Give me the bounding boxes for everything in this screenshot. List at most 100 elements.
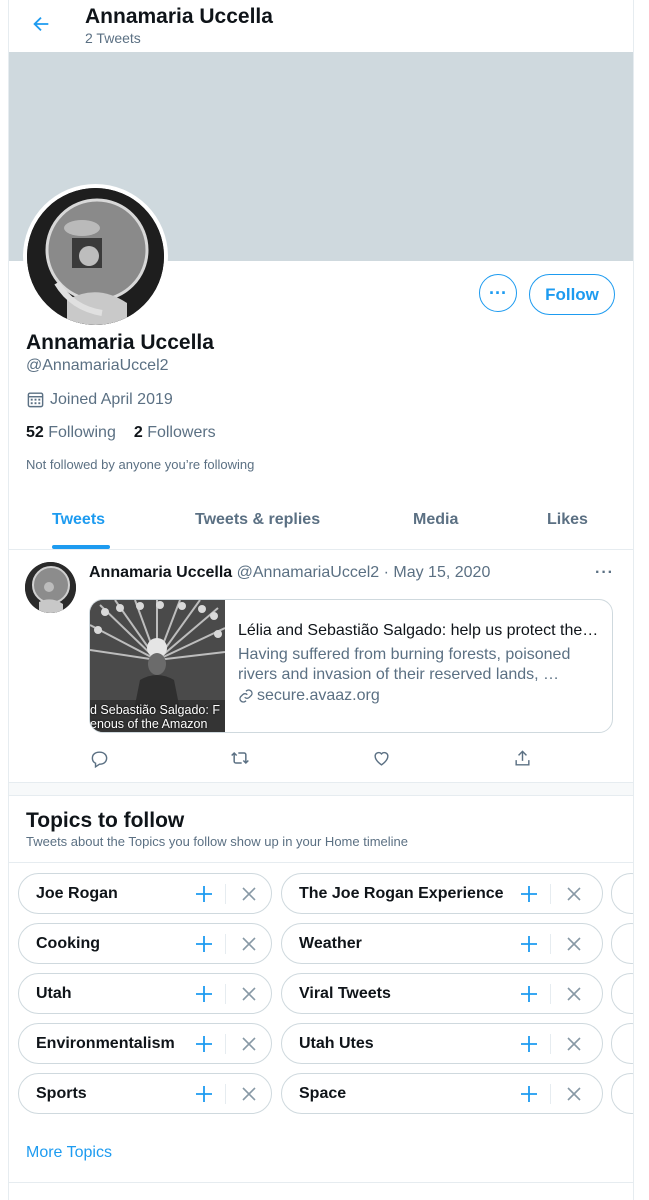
- link-card[interactable]: d Sebastião Salgado: F enous of the Amaz…: [89, 599, 613, 733]
- follow-topic-plus-icon[interactable]: [518, 983, 540, 1005]
- topic-chip-partial[interactable]: [611, 873, 633, 914]
- topic-chip[interactable]: Space: [281, 1073, 603, 1114]
- chip-divider: [550, 934, 551, 954]
- tweet-more-button[interactable]: ···: [595, 564, 614, 582]
- tab-tweets-replies[interactable]: Tweets & replies: [195, 495, 320, 549]
- tweet-actions: [89, 746, 549, 770]
- topic-chip[interactable]: Cooking: [18, 923, 272, 964]
- topic-chip-partial[interactable]: [611, 973, 633, 1014]
- chip-divider: [225, 1034, 226, 1054]
- dismiss-topic-close-icon[interactable]: [563, 883, 585, 905]
- topic-chip[interactable]: Weather: [281, 923, 603, 964]
- bottom-separator: [9, 1182, 633, 1183]
- profile-handle: @AnnamariaUccel2: [26, 357, 169, 374]
- chip-divider: [225, 1084, 226, 1104]
- tweet[interactable]: Annamaria Uccella @AnnamariaUccel2 · May…: [9, 550, 633, 783]
- profile-tabs: Tweets Tweets & replies Media Likes: [9, 495, 633, 550]
- topic-chip[interactable]: Utah Utes: [281, 1023, 603, 1064]
- topic-chip[interactable]: Utah: [18, 973, 272, 1014]
- active-tab-indicator: [52, 545, 110, 549]
- topic-chip[interactable]: Environmentalism: [18, 1023, 272, 1064]
- header-name: Annamaria Uccella: [85, 5, 273, 28]
- avatar-image: [27, 188, 164, 325]
- calendar-icon: [27, 392, 44, 408]
- topic-chip-label: Viral Tweets: [299, 985, 391, 1002]
- back-button[interactable]: [27, 10, 55, 38]
- follow-topic-plus-icon[interactable]: [193, 983, 215, 1005]
- following-link[interactable]: 52 Following: [26, 424, 116, 441]
- topic-chip-label: Weather: [299, 935, 362, 952]
- follow-topic-plus-icon[interactable]: [193, 1083, 215, 1105]
- profile-avatar[interactable]: [23, 184, 168, 329]
- top-bar: Annamaria Uccella 2 Tweets: [9, 0, 633, 52]
- topic-chip[interactable]: The Joe Rogan Experience: [281, 873, 603, 914]
- topic-chip-label: Utah Utes: [299, 1035, 374, 1052]
- joined-text: Joined April 2019: [50, 390, 173, 408]
- header-tweet-count: 2 Tweets: [85, 30, 141, 46]
- follow-topic-plus-icon[interactable]: [518, 883, 540, 905]
- dismiss-topic-close-icon[interactable]: [563, 1083, 585, 1105]
- share-icon: [514, 749, 530, 766]
- joined-date: Joined April 2019: [26, 390, 173, 409]
- followers-link[interactable]: 2 Followers: [134, 424, 216, 441]
- following-label: Following: [48, 424, 116, 441]
- following-count: 52: [26, 424, 44, 441]
- topics-title: Topics to follow: [26, 809, 185, 832]
- topic-chip-label: Space: [299, 1085, 347, 1102]
- followers-count: 2: [133, 424, 143, 441]
- reply-icon: [91, 750, 107, 768]
- dismiss-topic-close-icon[interactable]: [563, 933, 585, 955]
- topic-chip-partial[interactable]: [611, 923, 633, 964]
- tweet-avatar[interactable]: [25, 562, 76, 613]
- link-card-body: Lélia and Sebastião Salgado: help us pro…: [238, 622, 600, 705]
- dismiss-topic-close-icon[interactable]: [563, 983, 585, 1005]
- follow-topic-plus-icon[interactable]: [193, 883, 215, 905]
- chip-divider: [550, 1034, 551, 1054]
- dismiss-topic-close-icon[interactable]: [238, 1083, 260, 1105]
- more-options-button[interactable]: ···: [479, 274, 517, 312]
- followers-label: Followers: [147, 424, 216, 441]
- chip-divider: [225, 934, 226, 954]
- tab-tweets[interactable]: Tweets: [52, 495, 105, 549]
- link-card-title: Lélia and Sebastião Salgado: help us pro…: [238, 622, 600, 639]
- follow-topic-plus-icon[interactable]: [518, 1033, 540, 1055]
- dismiss-topic-close-icon[interactable]: [238, 983, 260, 1005]
- tab-media[interactable]: Media: [413, 495, 458, 549]
- share-button[interactable]: [510, 746, 534, 770]
- dismiss-topic-close-icon[interactable]: [238, 933, 260, 955]
- topic-chip-label: Sports: [36, 1085, 87, 1102]
- follow-topic-plus-icon[interactable]: [193, 1033, 215, 1055]
- topic-chip-label: Utah: [36, 985, 72, 1002]
- topic-chip-label: Cooking: [36, 935, 100, 952]
- topic-chip[interactable]: Viral Tweets: [281, 973, 603, 1014]
- dismiss-topic-close-icon[interactable]: [238, 1033, 260, 1055]
- retweet-button[interactable]: [228, 746, 252, 770]
- topic-chip-partial[interactable]: [611, 1023, 633, 1064]
- like-button[interactable]: [369, 746, 393, 770]
- topic-chip[interactable]: Sports: [18, 1073, 272, 1114]
- topics-subtitle: Tweets about the Topics you follow show …: [26, 834, 409, 849]
- profile-name: Annamaria Uccella: [26, 331, 214, 354]
- link-card-domain-row: secure.avaaz.org: [238, 687, 600, 705]
- topic-chip[interactable]: Joe Rogan: [18, 873, 272, 914]
- follow-stats: 52 Following 2 Followers: [26, 424, 234, 442]
- topics-separator: [9, 862, 633, 863]
- tweet-author-name[interactable]: Annamaria Uccella: [89, 564, 232, 581]
- tweet-meta[interactable]: @AnnamariaUccel2 · May 15, 2020: [237, 564, 491, 581]
- topic-chip-label: The Joe Rogan Experience: [299, 885, 504, 902]
- reply-button[interactable]: [87, 746, 111, 770]
- follow-topic-plus-icon[interactable]: [193, 933, 215, 955]
- topic-chip-partial[interactable]: [611, 1073, 633, 1114]
- follow-topic-plus-icon[interactable]: [518, 933, 540, 955]
- tab-likes[interactable]: Likes: [547, 495, 588, 549]
- more-topics-link[interactable]: More Topics: [26, 1144, 112, 1162]
- link-icon: [239, 689, 253, 703]
- dismiss-topic-close-icon[interactable]: [238, 883, 260, 905]
- follow-button[interactable]: Follow: [529, 274, 615, 315]
- follow-topic-plus-icon[interactable]: [518, 1083, 540, 1105]
- tweet-header: Annamaria Uccella @AnnamariaUccel2 · May…: [89, 564, 490, 582]
- section-divider: [9, 783, 633, 796]
- dismiss-topic-close-icon[interactable]: [563, 1033, 585, 1055]
- chip-divider: [225, 984, 226, 1004]
- chip-divider: [550, 884, 551, 904]
